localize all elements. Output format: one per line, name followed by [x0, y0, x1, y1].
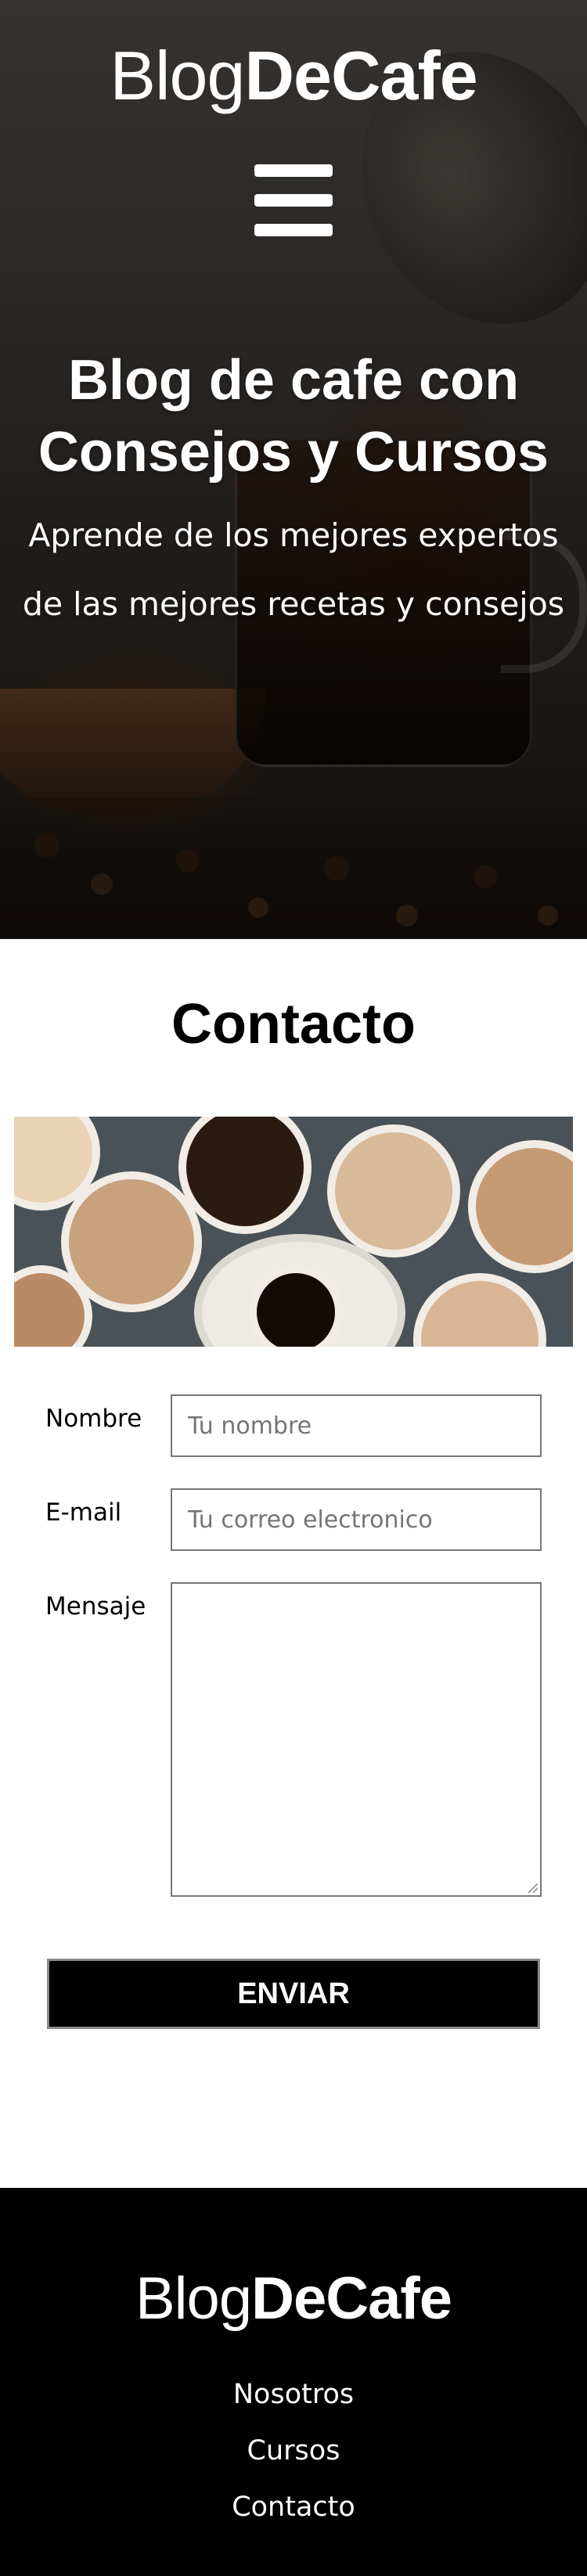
cup-shape: [178, 1117, 312, 1234]
menu-bar: [254, 164, 333, 177]
hero-title: Blog de cafe con Consejos y Cursos: [38, 349, 549, 484]
email-input[interactable]: Tu correo electronico: [171, 1488, 542, 1551]
message-label: Mensaje: [45, 1592, 146, 1621]
footer-logo[interactable]: BlogDeCafe: [0, 2265, 587, 2333]
contact-title: Contacto: [171, 993, 416, 1056]
footer-nav: Nosotros Cursos Contacto: [0, 2366, 587, 2535]
hero-section: BlogDeCafe Blog de cafe con Consejos y C…: [0, 0, 587, 939]
hero-content: BlogDeCafe Blog de cafe con Consejos y C…: [0, 0, 587, 939]
name-label: Nombre: [45, 1405, 142, 1433]
logo-light-text: Blog: [110, 37, 245, 114]
site-footer: BlogDeCafe Nosotros Cursos Contacto: [0, 2188, 587, 2576]
email-label: E-mail: [45, 1498, 122, 1527]
hero-subtitle: Aprende de los mejores expertos de las m…: [22, 516, 565, 623]
cup-shape: [468, 1140, 573, 1273]
submit-button[interactable]: ENVIAR: [47, 1959, 540, 2029]
menu-bar: [254, 194, 333, 207]
footer-link-contacto[interactable]: Contacto: [0, 2479, 587, 2535]
cup-shape: [413, 1273, 546, 1347]
cup-shape: [327, 1124, 460, 1257]
hamburger-menu-icon[interactable]: [254, 164, 333, 236]
resize-handle-icon[interactable]: [528, 1883, 538, 1893]
footer-link-cursos[interactable]: Cursos: [0, 2423, 587, 2479]
footer-link-nosotros[interactable]: Nosotros: [0, 2366, 587, 2423]
message-textarea[interactable]: [171, 1582, 542, 1897]
site-logo[interactable]: BlogDeCafe: [0, 36, 587, 116]
logo-bold-text: DeCafe: [244, 37, 477, 114]
footer-logo-bold-text: DeCafe: [251, 2265, 452, 2332]
name-input[interactable]: Tu nombre: [171, 1394, 542, 1457]
footer-logo-light-text: Blog: [135, 2265, 252, 2332]
coffee-cups-image: [14, 1117, 573, 1347]
menu-bar: [254, 224, 333, 236]
